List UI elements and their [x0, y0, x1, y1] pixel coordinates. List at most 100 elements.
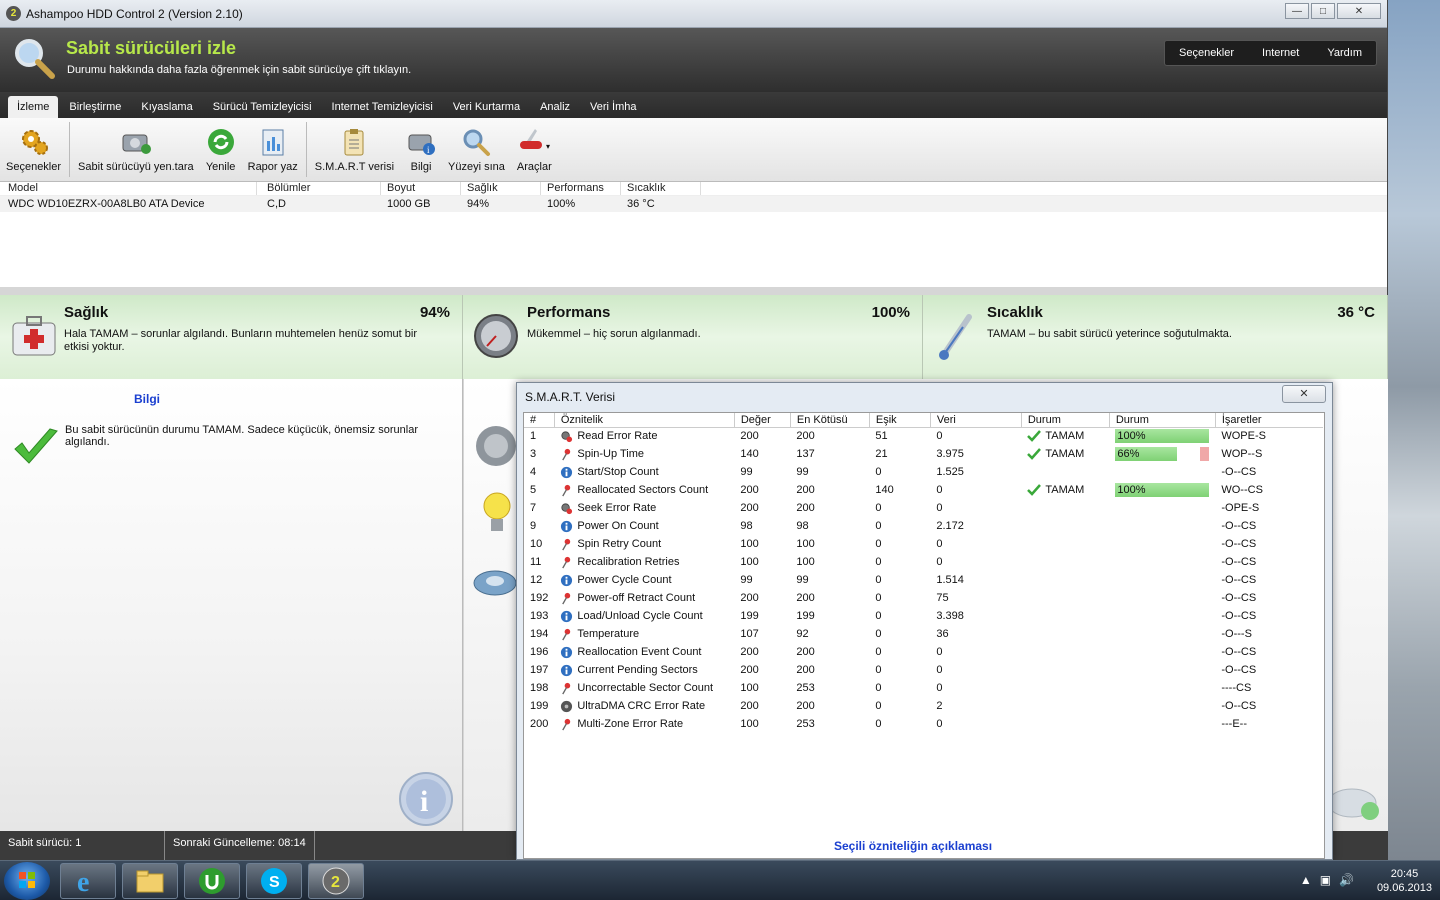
statusbar-next-update: Sonraki Güncelleme: 08:14	[165, 831, 315, 860]
smart-row[interactable]: 5 Reallocated Sectors Count 200 200 140 0 TAMA…	[524, 481, 1323, 499]
tab-internet-cleaner[interactable]: Internet Temizleyicisi	[323, 96, 442, 118]
col-value[interactable]: Değer	[734, 413, 791, 428]
pin-attribute-icon	[562, 448, 571, 460]
smart-row[interactable]: 196 Reallocation Event Count 200 200 0 0 -O--C…	[524, 643, 1323, 661]
smart-row[interactable]: 193 Load/Unload Cycle Count 199 199 0 3.398 -O…	[524, 607, 1323, 625]
col-worst[interactable]: En Kötüsü	[790, 413, 870, 428]
drive-info-icon: i	[408, 134, 436, 155]
tab-data-wipe[interactable]: Veri İmha	[581, 96, 645, 118]
col-id[interactable]: #	[524, 413, 555, 428]
taskbar-hdd-control[interactable]: 2	[308, 863, 364, 899]
smart-row[interactable]: 10 Spin Retry Count 100 100 0 0 -O--CS	[524, 535, 1323, 553]
rescan-drives-button[interactable]: Sabit sürücüyü yen.tara	[72, 118, 200, 181]
smart-row[interactable]: 7 Seek Error Rate 200 200 0 0 -OPE-S	[524, 499, 1323, 517]
taskbar-file-explorer[interactable]	[122, 863, 178, 899]
smart-row[interactable]: 192 Power-off Retract Count 200 200 0 75 -O--C…	[524, 589, 1323, 607]
health-title: Sağlık	[64, 304, 109, 321]
attr-data: 0	[936, 718, 943, 730]
tab-monitoring[interactable]: İzleme	[8, 96, 59, 118]
smart-row[interactable]: 199 UltraDMA CRC Error Rate 200 200 0 2 -O--CS	[524, 697, 1323, 715]
attr-worst: 200	[796, 592, 815, 604]
attr-flags: -O--CS	[1221, 700, 1257, 712]
smart-data-button[interactable]: S.M.A.R.T verisi	[309, 118, 400, 181]
attr-threshold: 0	[875, 682, 882, 694]
surface-test-button[interactable]: Yüzeyi sına	[442, 118, 511, 181]
smart-row[interactable]: 11 Recalibration Retries 100 100 0 0 -O--CS	[524, 553, 1323, 571]
smart-row[interactable]: 9 Power On Count 98 98 0 2.172 -O--CS	[524, 517, 1323, 535]
clock[interactable]: 20:45 09.06.2013	[1377, 867, 1432, 895]
tab-benchmark[interactable]: Kıyaslama	[132, 96, 201, 118]
attr-name: Reallocated Sectors Count	[577, 484, 709, 496]
info-attribute-icon	[561, 646, 573, 658]
smart-row[interactable]: 3 Spin-Up Time 140 137 21 3.975 TAMAM 66% WOP--S	[524, 445, 1323, 463]
attr-name: Spin-Up Time	[577, 448, 644, 460]
attr-flags: WOP--S	[1221, 448, 1263, 460]
col-health[interactable]: Sağlık	[461, 182, 541, 195]
taskbar-utorrent[interactable]	[184, 863, 240, 899]
col-partitions[interactable]: Bölümler	[257, 182, 381, 195]
smart-dialog-title: S.M.A.R.T. Verisi	[525, 390, 616, 404]
network-icon[interactable]: ▣	[1320, 873, 1331, 887]
maximize-button[interactable]: □	[1311, 3, 1335, 19]
attr-id: 192	[530, 592, 549, 604]
attr-flags: ---E--	[1221, 718, 1248, 730]
drive-row[interactable]: WDC WD10EZRX-00A8LB0 ATA Device C,D 1000…	[0, 196, 1387, 212]
col-attribute[interactable]: Öznitelik	[554, 413, 735, 428]
col-model[interactable]: Model	[0, 182, 257, 195]
refresh-button[interactable]: Yenile	[200, 118, 242, 181]
tab-defrag[interactable]: Birleştirme	[60, 96, 130, 118]
pin-attribute-icon	[562, 484, 571, 496]
refresh-label: Yenile	[205, 161, 236, 173]
checkmark-icon	[14, 428, 58, 464]
start-button[interactable]	[4, 862, 50, 900]
attr-data: 0	[936, 682, 943, 694]
volume-icon[interactable]: 🔊	[1339, 873, 1354, 887]
svg-text:2: 2	[331, 874, 340, 891]
magnifier-icon	[15, 39, 55, 79]
taskbar-skype[interactable]: S	[246, 863, 302, 899]
smart-row[interactable]: 12 Power Cycle Count 99 99 0 1.514 -O--CS	[524, 571, 1323, 589]
col-status[interactable]: Durum	[1021, 413, 1110, 428]
info-circle-icon[interactable]: i	[398, 771, 454, 827]
smart-row[interactable]: 194 Temperature 107 92 0 36 -O---S	[524, 625, 1323, 643]
attr-id: 199	[530, 700, 549, 712]
col-temperature[interactable]: Sıcaklık	[621, 182, 701, 195]
write-report-button[interactable]: Rapor yaz	[242, 118, 304, 181]
smart-row[interactable]: 197 Current Pending Sectors 200 200 0 0 -O--CS	[524, 661, 1323, 679]
tab-drive-cleaner[interactable]: Sürücü Temizleyicisi	[204, 96, 321, 118]
surface-magnifier-icon	[463, 129, 491, 156]
info-text: Bu sabit sürücünün durumu TAMAM. Sadece …	[65, 424, 418, 448]
col-performance[interactable]: Performans	[541, 182, 621, 195]
health-desc: Hala TAMAM – sorunlar algılandı. Bunları…	[64, 328, 417, 353]
menu-internet[interactable]: Internet	[1248, 41, 1313, 65]
taskbar-internet-explorer[interactable]: e	[60, 863, 116, 899]
skype-icon: S	[261, 868, 287, 894]
attr-worst: 200	[796, 646, 815, 658]
tab-data-recovery[interactable]: Veri Kurtarma	[444, 96, 529, 118]
tools-button[interactable]: ▾ Araçlar	[511, 118, 558, 181]
smart-row[interactable]: 200 Multi-Zone Error Rate 100 253 0 0 ---E--	[524, 715, 1323, 733]
col-status-bar[interactable]: Durum	[1109, 413, 1216, 428]
smart-dialog-close-button[interactable]: ✕	[1282, 385, 1326, 403]
tray-expand-icon[interactable]: ▲	[1300, 873, 1312, 887]
desktop-background	[1388, 0, 1440, 860]
smart-data-label: S.M.A.R.T verisi	[314, 161, 395, 173]
attr-worst: 200	[796, 700, 815, 712]
options-button[interactable]: Seçenekler	[0, 118, 67, 181]
smart-row[interactable]: 4 Start/Stop Count 99 99 0 1.525 -O--CS	[524, 463, 1323, 481]
attr-data: 1.514	[936, 574, 964, 586]
minimize-button[interactable]: —	[1285, 3, 1309, 19]
info-button[interactable]: i Bilgi	[400, 118, 442, 181]
col-data[interactable]: Veri	[930, 413, 1022, 428]
col-size[interactable]: Boyut	[381, 182, 461, 195]
smart-row[interactable]: 1 Read Error Rate 200 200 51 0 TAMAM 100% WOPE-S	[524, 427, 1323, 445]
attr-name: Recalibration Retries	[577, 556, 680, 568]
col-flags[interactable]: İşaretler	[1215, 413, 1324, 428]
tab-analysis[interactable]: Analiz	[531, 96, 579, 118]
col-threshold[interactable]: Eşik	[869, 413, 931, 428]
menu-help[interactable]: Yardım	[1313, 41, 1376, 65]
smart-row[interactable]: 198 Uncorrectable Sector Count 100 253 0 0 ---…	[524, 679, 1323, 697]
attr-name: UltraDMA CRC Error Rate	[577, 700, 706, 712]
menu-options[interactable]: Seçenekler	[1165, 41, 1248, 65]
close-button[interactable]: ✕	[1337, 3, 1381, 19]
